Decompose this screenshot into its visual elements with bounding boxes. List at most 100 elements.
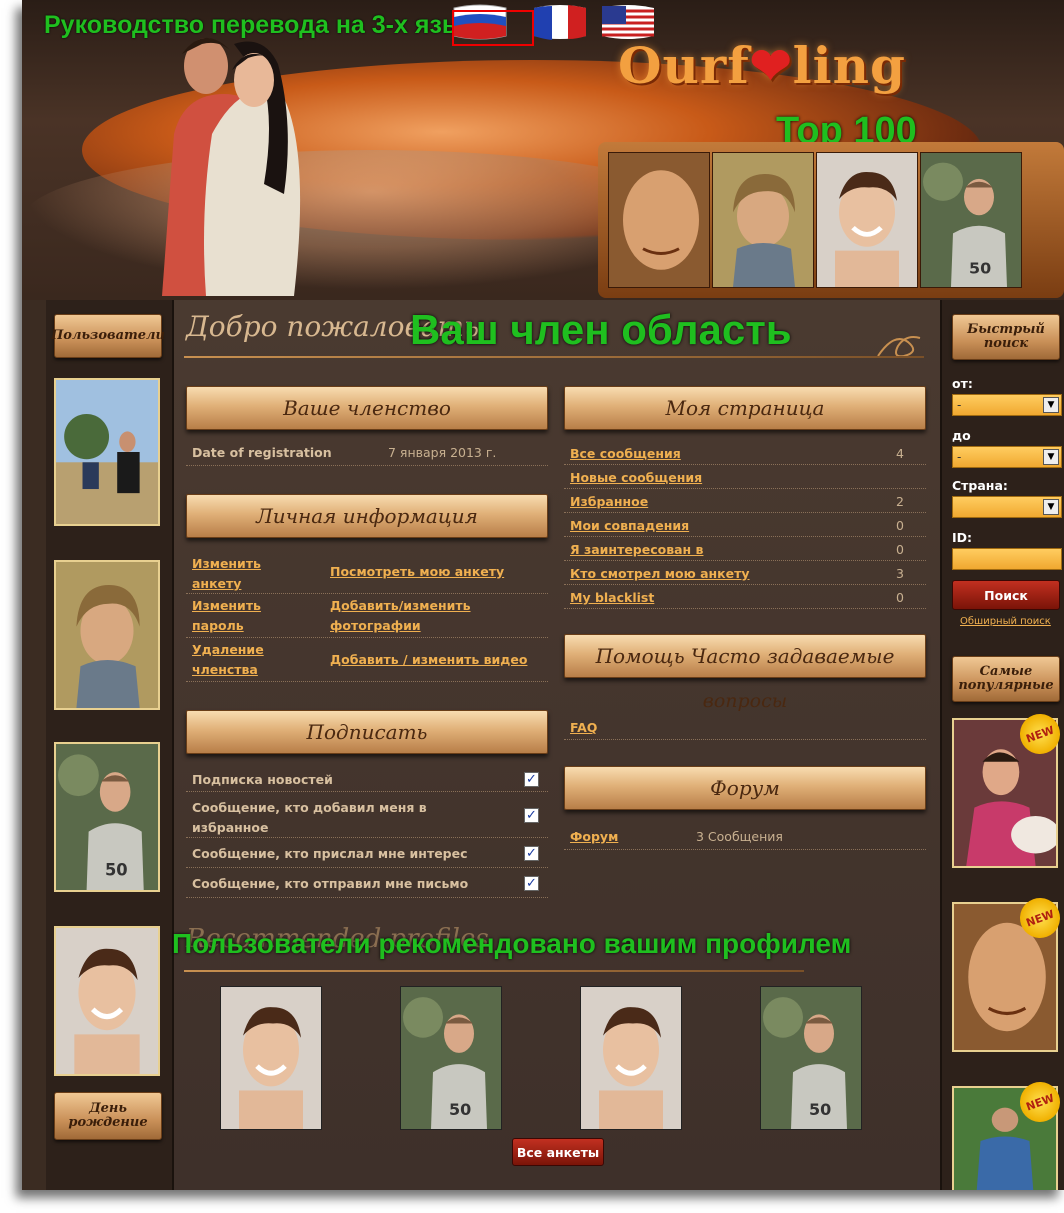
user-photo[interactable]: [54, 560, 160, 710]
mypage-row: Мои совпадения 0: [564, 514, 926, 537]
recommended-overlay: Пользователи рекомендовано вашим профиле…: [172, 928, 852, 959]
personal-info-header: Личная информация: [186, 494, 548, 538]
mypage-row: My blacklist 0: [564, 586, 926, 609]
all-messages-link[interactable]: Все сообщения: [570, 446, 681, 461]
mypage-row: Избранное 2: [564, 490, 926, 513]
user-photo[interactable]: [54, 926, 160, 1076]
top-profile-photo[interactable]: [920, 152, 1022, 288]
divider: [184, 970, 804, 972]
chevron-down-icon: ▼: [1043, 449, 1059, 465]
recommended-profile-photo[interactable]: [220, 986, 322, 1130]
registration-row: Date of registration 7 января 2013 г.: [186, 440, 548, 466]
top100-frame: [598, 142, 1064, 298]
view-profile-link[interactable]: Посмотреть мою анкету: [330, 564, 504, 579]
change-password-link[interactable]: Изменить пароль: [192, 596, 282, 636]
top-profile-photo[interactable]: [816, 152, 918, 288]
user-photo[interactable]: [54, 378, 160, 526]
subscribe-row: Сообщение, кто добавил меня в избранное …: [186, 794, 548, 838]
mypage-row: Новые сообщения: [564, 466, 926, 489]
delete-membership-link[interactable]: Удаление членства: [192, 640, 282, 680]
personal-row: Изменить анкету Посмотреть мою анкету: [186, 552, 548, 594]
couple-image: [162, 37, 301, 296]
subscribe-checkbox[interactable]: ✓: [524, 846, 539, 861]
subscribe-label: Сообщение, кто прислал мне интерес: [192, 846, 468, 861]
heart-icon: ❤: [749, 36, 793, 95]
recommended-profile-photo[interactable]: [580, 986, 682, 1130]
mypage-row: Кто смотрел мою анкету 3: [564, 562, 926, 585]
most-popular-heading: Самые популярные: [952, 656, 1060, 702]
faq-link[interactable]: FAQ: [570, 720, 597, 735]
subscribe-checkbox[interactable]: ✓: [524, 772, 539, 787]
personal-row: Удаление членства Добавить / изменить ви…: [186, 640, 548, 682]
users-heading: Пользователи: [51, 314, 165, 358]
popular-profile[interactable]: NEW: [952, 892, 1064, 1052]
interested-link[interactable]: Я заинтересован в: [570, 542, 703, 557]
chevron-down-icon: ▼: [1043, 397, 1059, 413]
matches-link[interactable]: Мои совпадения: [570, 518, 689, 533]
mypage-row: Все сообщения 4: [564, 442, 926, 465]
from-label: от:: [952, 376, 973, 391]
help-header-continued: вопросы: [702, 690, 788, 712]
registration-label: Date of registration: [192, 445, 332, 460]
recommended-profile-photo[interactable]: [400, 986, 502, 1130]
forum-count: 3 Сообщения: [696, 829, 783, 844]
count: 3: [896, 566, 904, 581]
id-input[interactable]: [952, 548, 1062, 570]
popular-profile[interactable]: NEW: [952, 1076, 1064, 1190]
forum-row: Форум 3 Сообщения: [564, 824, 926, 850]
to-label: до: [952, 428, 971, 443]
personal-row: Изменить пароль Добавить/изменить фотогр…: [186, 596, 548, 638]
guide-title-overlay: Руководство перевода на 3-х языках: [44, 11, 504, 39]
subscribe-row: Подписка новостей ✓: [186, 766, 548, 792]
right-sidebar: Быстрый поиск от: - ▼ до - ▼ Страна: ▼ I…: [940, 300, 1064, 1190]
edit-profile-link[interactable]: Изменить анкету: [192, 554, 312, 594]
forum-link[interactable]: Форум: [570, 829, 618, 844]
chevron-down-icon: ▼: [1043, 499, 1059, 515]
registration-value: 7 января 2013 г.: [388, 445, 497, 460]
help-header: Помощь Часто задаваемые: [564, 634, 926, 678]
flag-france-icon[interactable]: [532, 2, 588, 42]
age-to-select[interactable]: - ▼: [952, 446, 1062, 468]
subscribe-label: Сообщение, кто отправил мне письмо: [192, 876, 469, 891]
quick-search-heading: Быстрый поиск: [952, 314, 1060, 360]
birthday-heading: День рождение: [54, 1092, 162, 1140]
member-area-overlay: Ваш член область: [410, 306, 792, 353]
country-select[interactable]: ▼: [952, 496, 1062, 518]
site-header: Руководство перевода на 3-х языках Ourf❤…: [22, 0, 1064, 300]
subscribe-checkbox[interactable]: ✓: [524, 808, 539, 823]
count: 0: [896, 542, 904, 557]
popular-profile[interactable]: NEW: [952, 708, 1064, 868]
divider: [184, 356, 924, 358]
subscribe-header: Подписать: [186, 710, 548, 754]
country-label: Страна:: [952, 478, 1008, 493]
top-profile-photo[interactable]: [712, 152, 814, 288]
count: 0: [896, 590, 904, 605]
subscribe-row: Сообщение, кто отправил мне письмо ✓: [186, 870, 548, 898]
user-photo[interactable]: [54, 742, 160, 892]
edit-video-link[interactable]: Добавить / изменить видео: [330, 652, 527, 667]
top-profile-photo[interactable]: [608, 152, 710, 288]
subscribe-checkbox[interactable]: ✓: [524, 876, 539, 891]
subscribe-row: Сообщение, кто прислал мне интерес ✓: [186, 840, 548, 868]
edit-photos-link[interactable]: Добавить/изменить фотографии: [330, 596, 520, 636]
left-sidebar: Пользователи День рождение: [46, 300, 174, 1190]
new-messages-link[interactable]: Новые сообщения: [570, 470, 702, 485]
page: Руководство перевода на 3-х языках Ourf❤…: [22, 0, 1064, 1190]
recommended-profile-photo[interactable]: [760, 986, 862, 1130]
faq-row: FAQ: [564, 716, 926, 740]
age-from-select[interactable]: - ▼: [952, 394, 1062, 416]
site-logo[interactable]: Ourf❤ling: [618, 36, 906, 95]
blacklist-link[interactable]: My blacklist: [570, 590, 654, 605]
highlight-box: [452, 10, 534, 46]
membership-header: Ваше членство: [186, 386, 548, 430]
favorites-link[interactable]: Избранное: [570, 494, 648, 509]
forum-header: Форум: [564, 766, 926, 810]
search-button[interactable]: Поиск: [952, 580, 1060, 610]
my-page-header: Моя страница: [564, 386, 926, 430]
subscribe-label: Подписка новостей: [192, 772, 333, 787]
subscribe-label: Сообщение, кто добавил меня в избранное: [192, 800, 427, 835]
mypage-row: Я заинтересован в 0: [564, 538, 926, 561]
profile-viewers-link[interactable]: Кто смотрел мою анкету: [570, 566, 750, 581]
advanced-search-link[interactable]: Обширный поиск: [960, 616, 1051, 627]
all-profiles-button[interactable]: Все анкеты: [512, 1138, 604, 1166]
